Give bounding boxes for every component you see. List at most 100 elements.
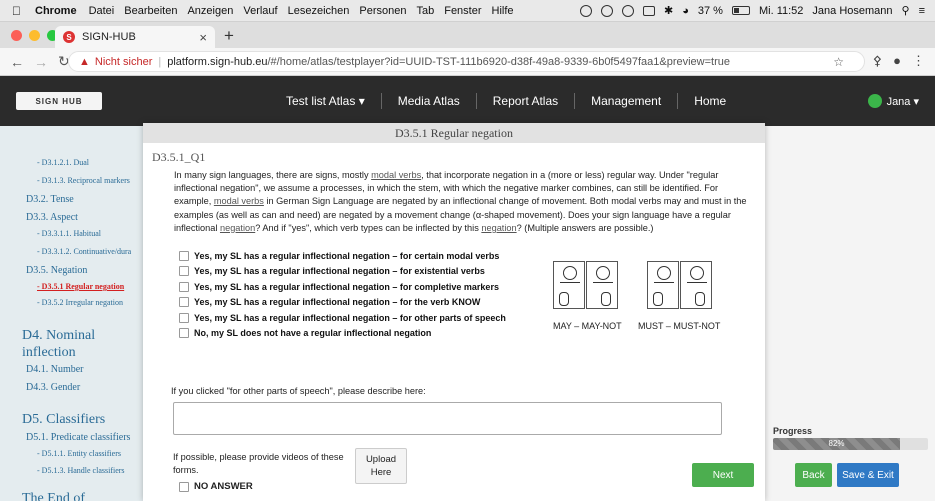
checkbox[interactable] xyxy=(179,312,189,323)
menu-item-datei[interactable]: Datei xyxy=(89,5,115,17)
option-existential-verbs[interactable]: Yes, my SL has a regular inflectional ne… xyxy=(179,264,506,280)
user-name[interactable]: Jana Hosemann xyxy=(812,5,892,17)
menu-item-lesezeichen[interactable]: Lesezeichen xyxy=(288,5,350,17)
next-button[interactable]: Next xyxy=(692,463,754,487)
back-button[interactable]: Back xyxy=(795,463,832,487)
caption-may: MAY – MAY-NOT xyxy=(553,321,622,331)
kebab-menu-icon[interactable]: ⋮ xyxy=(912,53,925,69)
nav-test-list-atlas[interactable]: Test list Atlas ▾ xyxy=(270,93,382,109)
forward-arrow-icon[interactable]: → xyxy=(34,54,48,70)
menu-item-hilfe[interactable]: Hilfe xyxy=(492,5,514,17)
tray-shield-icon[interactable] xyxy=(601,4,614,17)
browser-tab[interactable]: S SIGN-HUB × xyxy=(55,26,215,48)
tab-strip: S SIGN-HUB × + xyxy=(0,22,935,48)
clock[interactable]: Mi. 11:52 xyxy=(759,5,803,17)
security-label[interactable]: Nicht sicher xyxy=(95,56,152,68)
window-controls xyxy=(11,30,58,41)
close-tab-icon[interactable]: × xyxy=(199,30,207,45)
progress-label: Progress xyxy=(773,426,813,436)
site-navbar: SIGN HUB Test list Atlas ▾ Media Atlas R… xyxy=(0,76,935,126)
wifi-icon[interactable]: ◕ xyxy=(682,5,689,17)
tray-app-icon[interactable] xyxy=(580,4,593,17)
url-text[interactable]: platform.sign-hub.eu/#/home/atlas/testpl… xyxy=(167,56,730,68)
battery-percent[interactable]: 37 % xyxy=(698,5,723,17)
modal-title: D3.5.1 Regular negation xyxy=(143,123,765,143)
nav-links: Test list Atlas ▾ Media Atlas Report Atl… xyxy=(270,76,742,126)
describe-textarea[interactable] xyxy=(173,402,722,435)
sidebar-item[interactable]: - D5.1.1. Entity classifiers xyxy=(0,449,121,458)
menu-list-icon[interactable]: ≡ xyxy=(919,5,925,17)
sidebar-item[interactable]: - D3.1.3. Reciprocal markers xyxy=(0,176,130,185)
sidebar-item[interactable]: D5.1. Predicate classifiers xyxy=(0,432,130,443)
sidebar-item[interactable]: - D3.5.2 Irregular negation xyxy=(0,298,123,307)
question-modal: D3.5.1 Regular negation D3.5.1_Q1 In man… xyxy=(143,123,765,501)
user-menu[interactable]: Jana ▾ xyxy=(867,94,919,108)
option-other-parts[interactable]: Yes, my SL has a regular inflectional ne… xyxy=(179,310,506,326)
sidebar-item[interactable]: - D3.3.1.1. Habitual xyxy=(0,229,101,238)
warning-icon[interactable]: ▲ xyxy=(79,56,90,68)
menu-item-tab[interactable]: Tab xyxy=(416,5,434,17)
bookmark-star-icon[interactable]: ☆ xyxy=(833,55,844,69)
sidebar-item-active[interactable]: - D3.5.1 Regular negation xyxy=(0,282,124,291)
sidebar-item[interactable]: D3.5. Negation xyxy=(0,265,87,276)
battery-icon[interactable] xyxy=(731,6,750,15)
checkbox[interactable] xyxy=(179,297,189,308)
close-window-button[interactable] xyxy=(11,30,22,41)
key-icon[interactable]: ⚴ xyxy=(873,53,883,69)
tray-clock-icon[interactable] xyxy=(622,4,635,17)
progress-fill: 82% xyxy=(773,438,901,450)
spotlight-icon[interactable]: ⚲ xyxy=(902,4,910,17)
caption-must: MUST – MUST-NOT xyxy=(638,321,721,331)
menu-item-fenster[interactable]: Fenster xyxy=(444,5,481,17)
checkbox[interactable] xyxy=(179,266,189,277)
sidebar-section[interactable]: D5. Classifiers xyxy=(0,411,105,428)
airplay-icon[interactable] xyxy=(643,5,656,16)
back-arrow-icon[interactable]: ← xyxy=(10,54,24,70)
apple-icon[interactable]:  xyxy=(12,4,21,18)
option-modal-verbs[interactable]: Yes, my SL has a regular inflectional ne… xyxy=(179,248,506,264)
menu-item-personen[interactable]: Personen xyxy=(359,5,406,17)
question-text-part: ? (Multiple answers are possible.) xyxy=(516,222,654,233)
term-link-modal-verbs[interactable]: modal verbs xyxy=(371,170,421,180)
bluetooth-icon[interactable]: ✱ xyxy=(664,4,673,17)
checkbox[interactable] xyxy=(179,481,189,492)
no-answer-option[interactable]: NO ANSWER xyxy=(179,481,253,492)
checkbox[interactable] xyxy=(179,328,189,339)
url-bar[interactable]: ▲ Nicht sicher | platform.sign-hub.eu/#/… xyxy=(68,51,865,72)
term-link-negation[interactable]: negation xyxy=(220,223,255,233)
sidebar-item[interactable]: D3.3. Aspect xyxy=(0,212,78,223)
menu-app-name[interactable]: Chrome xyxy=(35,5,77,17)
profile-icon[interactable]: ● xyxy=(893,53,901,69)
url-separator: | xyxy=(158,55,162,68)
sidebar-section[interactable]: D4. Nominal inflection xyxy=(0,327,110,361)
sidebar: - D3.1.2.1. Dual - D3.1.3. Reciprocal ma… xyxy=(0,126,145,501)
term-link-negation[interactable]: negation xyxy=(481,223,516,233)
menu-item-bearbeiten[interactable]: Bearbeiten xyxy=(124,5,177,17)
sidebar-item[interactable]: - D3.3.1.2. Continuative/dura xyxy=(0,247,131,256)
option-no-negation[interactable]: No, my SL does not have a regular inflec… xyxy=(179,326,506,342)
save-exit-button[interactable]: Save & Exit xyxy=(837,463,899,487)
sidebar-item[interactable]: D3.2. Tense xyxy=(0,194,74,205)
checkbox[interactable] xyxy=(179,250,189,261)
sidebar-item[interactable]: - D5.1.3. Handle classifiers xyxy=(0,466,125,475)
menu-item-verlauf[interactable]: Verlauf xyxy=(243,5,277,17)
sidebar-item[interactable]: - D3.1.2.1. Dual xyxy=(0,158,89,167)
sign-hub-logo[interactable]: SIGN HUB xyxy=(16,92,102,110)
globe-icon xyxy=(867,94,882,108)
sidebar-item[interactable]: D4.3. Gender xyxy=(0,382,80,393)
nav-home[interactable]: Home xyxy=(678,93,742,109)
minimize-window-button[interactable] xyxy=(29,30,40,41)
progress-bar: 82% xyxy=(773,438,928,450)
nav-media-atlas[interactable]: Media Atlas xyxy=(382,93,477,109)
sidebar-section[interactable]: The End of xyxy=(0,490,85,501)
sidebar-item[interactable]: D4.1. Number xyxy=(0,364,84,375)
option-verb-know[interactable]: Yes, my SL has a regular inflectional ne… xyxy=(179,295,506,311)
nav-management[interactable]: Management xyxy=(575,93,679,109)
checkbox[interactable] xyxy=(179,281,189,292)
option-completive-markers[interactable]: Yes, my SL has a regular inflectional ne… xyxy=(179,279,506,295)
menu-item-anzeigen[interactable]: Anzeigen xyxy=(187,5,233,17)
nav-report-atlas[interactable]: Report Atlas xyxy=(477,93,576,109)
new-tab-icon[interactable]: + xyxy=(224,26,234,46)
term-link-modal-verbs[interactable]: modal verbs xyxy=(214,196,264,206)
upload-button[interactable]: Upload Here xyxy=(355,448,407,484)
